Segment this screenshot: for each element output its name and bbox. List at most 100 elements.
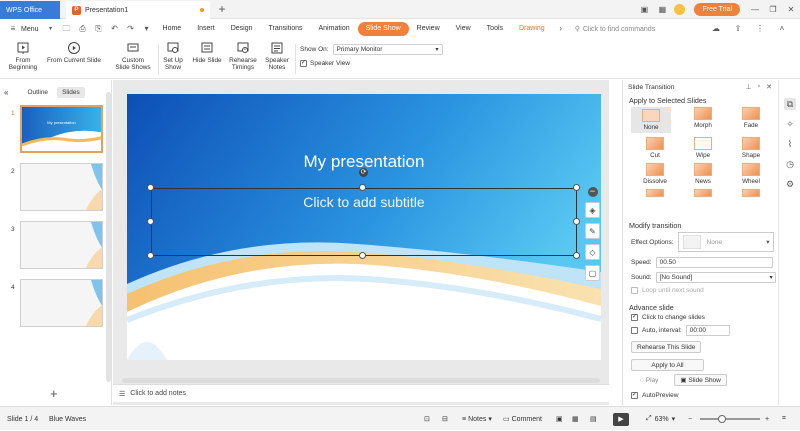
free-trial-button[interactable]: Free Trial — [694, 3, 740, 16]
set-up-show-button[interactable]: Set Up Show — [160, 41, 186, 71]
transition-news[interactable]: News — [679, 163, 727, 185]
document-tab[interactable]: P Presentation1 — [66, 1, 210, 19]
resize-handle[interactable] — [573, 218, 580, 225]
zoom-level[interactable]: ⤢ 63% ▾ — [646, 407, 675, 431]
settings-icon[interactable]: ⚙ — [784, 178, 796, 190]
transition-cut[interactable]: Cut — [631, 137, 679, 159]
show-on-select[interactable]: Primary Monitor — [332, 44, 443, 55]
undo-icon[interactable]: ↶ — [110, 24, 120, 34]
resize-handle[interactable] — [147, 218, 154, 225]
recovery-icon[interactable]: ⊟ — [442, 407, 448, 431]
chevron-right-icon[interactable]: › — [556, 24, 566, 34]
notes-pane[interactable]: ☰ Click to add notes — [113, 384, 609, 402]
speed-input[interactable]: 00.50 — [655, 257, 773, 268]
tab-transitions[interactable]: Transitions — [261, 22, 311, 36]
slide-canvas[interactable]: My presentation ⟳ Click to add subtitle — [127, 94, 601, 360]
notes-toggle[interactable]: ≡ Notes ▾ — [462, 407, 492, 431]
slide-thumbnail[interactable]: My presentation — [20, 105, 103, 153]
rehearse-timings-button[interactable]: Rehearse Timings — [226, 41, 260, 71]
slide-sorter-icon[interactable]: ▦ — [572, 407, 579, 431]
play-button[interactable]: ○ Play — [631, 374, 665, 386]
slide-thumbnail[interactable] — [20, 221, 103, 269]
transition-none[interactable]: None — [631, 107, 671, 133]
tab-review[interactable]: Review — [409, 22, 448, 36]
more-icon[interactable]: ▾ — [142, 24, 152, 34]
fill-bucket-icon[interactable]: ◇ — [585, 244, 600, 260]
resize-handle[interactable] — [147, 184, 154, 191]
tab-drawing[interactable]: Drawing — [511, 22, 553, 36]
transition-morph[interactable]: Morph — [679, 107, 727, 133]
share-icon[interactable]: ⇪ — [733, 24, 743, 34]
resize-handle[interactable] — [359, 252, 366, 259]
command-search[interactable]: ⚲ Click to find commands — [575, 25, 656, 34]
speaker-notes-button[interactable]: Speaker Notes — [262, 41, 292, 71]
autopreview-checkbox[interactable]: ✓ — [631, 392, 638, 399]
custom-slide-shows-button[interactable]: Custom Slide Shows — [112, 41, 154, 71]
tab-design[interactable]: Design — [223, 22, 261, 36]
new-tab-button[interactable]: + — [214, 1, 230, 19]
collapse-toolbar-icon[interactable]: − — [587, 187, 598, 197]
brush-icon[interactable]: ⌇ — [784, 138, 796, 150]
history-icon[interactable]: ◷ — [784, 158, 796, 170]
reading-view-icon[interactable]: ▤ — [590, 407, 597, 431]
click-change-checkbox[interactable]: ✓ — [631, 314, 638, 321]
animation-icon[interactable]: ✧ — [784, 118, 796, 130]
save-icon[interactable]: ⎙ — [78, 24, 88, 34]
zoom-out-button[interactable]: − — [688, 407, 692, 431]
normal-view-icon[interactable]: ▣ — [556, 407, 563, 431]
auto-interval-checkbox[interactable] — [631, 327, 638, 334]
from-beginning-button[interactable]: From Beginning — [6, 41, 40, 71]
transition-shape[interactable]: Shape — [727, 137, 775, 159]
menu-button[interactable]: Menu — [21, 26, 39, 33]
effect-options-select[interactable]: None ▾ — [677, 232, 774, 252]
transition-pane-icon[interactable]: ⧉ — [784, 98, 796, 110]
transition-more[interactable] — [631, 189, 679, 199]
theme-name[interactable]: Blue Waves — [49, 407, 86, 431]
cloud-icon[interactable]: ☁ — [711, 24, 721, 34]
fit-icon[interactable]: ⊡ — [424, 407, 430, 431]
pen-icon[interactable]: ✎ — [585, 223, 600, 239]
close-icon[interactable]: ✕ — [766, 83, 772, 91]
hamburger-icon[interactable]: ≡ — [8, 24, 18, 34]
tiles-icon[interactable]: ▦ — [653, 0, 671, 19]
zoom-slider[interactable] — [700, 407, 760, 431]
window-layout-icon[interactable]: ▣ — [635, 0, 653, 19]
close-button[interactable]: ✕ — [782, 0, 800, 19]
dock-icon[interactable]: ▫ — [758, 83, 760, 91]
slide-thumbnail[interactable] — [20, 163, 103, 211]
transition-dissolve[interactable]: Dissolve — [631, 163, 679, 185]
more-options-icon[interactable]: ⋮ — [755, 24, 765, 34]
from-current-slide-button[interactable]: From Current Slide — [44, 41, 104, 64]
avatar[interactable] — [674, 4, 686, 15]
transition-fade[interactable]: Fade — [727, 107, 775, 133]
minimize-button[interactable]: — — [746, 0, 764, 19]
subtitle-placeholder[interactable]: Click to add subtitle — [151, 188, 577, 256]
tab-insert[interactable]: Insert — [189, 22, 223, 36]
zoom-knob[interactable] — [718, 415, 726, 423]
horizontal-scrollbar[interactable] — [122, 378, 600, 383]
resize-handle[interactable] — [359, 184, 366, 191]
tab-slide-show[interactable]: Slide Show — [357, 22, 409, 36]
sound-select[interactable]: [No Sound] — [655, 272, 776, 283]
pane-title[interactable]: Slide Transition — [628, 84, 674, 91]
frame-icon[interactable]: ▢ — [585, 265, 600, 281]
transition-more[interactable] — [679, 189, 727, 199]
tab-outline[interactable]: Outline — [22, 87, 53, 98]
tab-tools[interactable]: Tools — [479, 22, 511, 36]
transition-wheel[interactable]: Wheel — [727, 163, 775, 185]
open-folder-icon[interactable]: 🗀 — [62, 24, 72, 34]
tab-slides[interactable]: Slides — [57, 86, 85, 98]
rotate-handle-icon[interactable]: ⟳ — [359, 168, 368, 177]
comment-toggle[interactable]: ▭ Comment — [503, 407, 542, 431]
resize-handle[interactable] — [147, 252, 154, 259]
collapse-ribbon-icon[interactable]: ˄ — [777, 24, 787, 34]
loop-checkbox[interactable] — [631, 287, 638, 294]
tab-home[interactable]: Home — [155, 22, 190, 36]
maximize-button[interactable]: ❐ — [764, 0, 782, 19]
zoom-in-button[interactable]: + — [765, 407, 769, 431]
print-icon[interactable]: ⎘ — [94, 24, 104, 34]
panel-scrollbar[interactable] — [106, 92, 111, 382]
tab-animation[interactable]: Animation — [311, 22, 358, 36]
rehearse-this-slide-button[interactable]: Rehearse This Slide — [631, 341, 702, 353]
slide-thumbnail[interactable] — [20, 279, 103, 327]
